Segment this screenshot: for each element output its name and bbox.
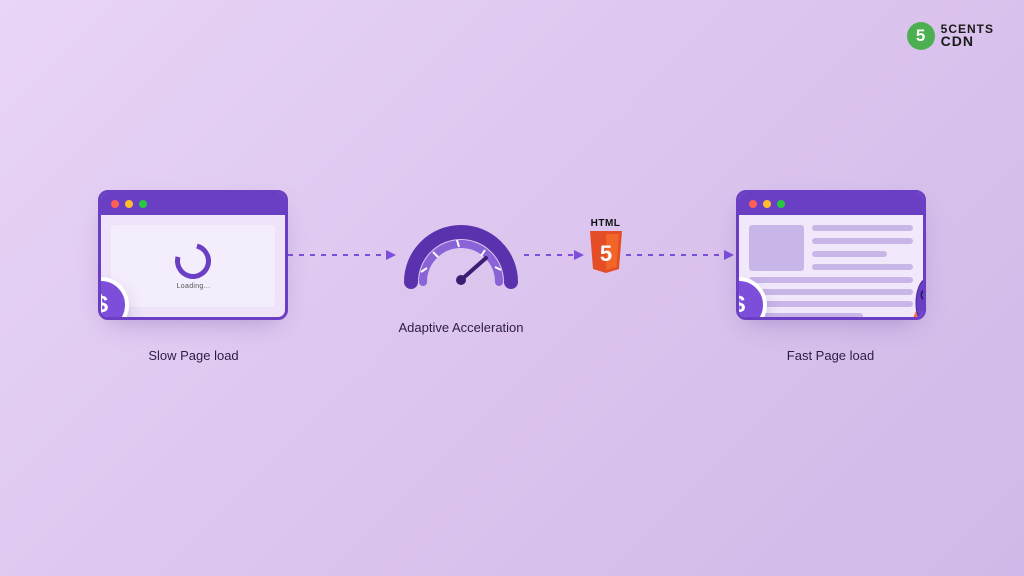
caption-acceleration: Adaptive Acceleration <box>398 320 523 335</box>
window-titlebar <box>739 193 923 215</box>
window-maximize-icon <box>139 200 147 208</box>
caption-slow: Slow Page load <box>148 348 238 363</box>
brand-badge-icon: 5 <box>907 22 935 50</box>
browser-window-slow: Loading... $ <box>98 190 288 320</box>
window-minimize-icon <box>763 200 771 208</box>
speedometer-icon <box>401 212 521 292</box>
browser-window-fast: $ <box>736 190 926 320</box>
spinner-icon <box>169 236 218 285</box>
rocket-icon <box>907 275 926 320</box>
html5-label: HTML <box>591 218 621 229</box>
brand-text: 5CENTS CDN <box>941 24 994 47</box>
content-skeleton <box>749 225 913 319</box>
window-maximize-icon <box>777 200 785 208</box>
brand-logo: 5 5CENTS CDN <box>907 22 994 50</box>
node-html5: HTML 5 <box>586 190 626 277</box>
window-close-icon <box>749 200 757 208</box>
window-close-icon <box>111 200 119 208</box>
window-minimize-icon <box>125 200 133 208</box>
node-fast-page: $ Fast Page load <box>736 190 926 363</box>
window-titlebar <box>101 193 285 215</box>
html5-badge-icon: HTML 5 <box>586 218 626 277</box>
flow-diagram: Loading... $ Slow Page load <box>0 190 1024 363</box>
node-acceleration: Adaptive Acceleration <box>398 190 523 335</box>
loading-indicator: Loading... <box>175 243 211 290</box>
arrow-connector <box>626 254 736 256</box>
arrow-connector <box>288 254 398 256</box>
html5-digit: 5 <box>599 241 611 266</box>
node-slow-page: Loading... $ Slow Page load <box>98 190 288 363</box>
browser-body: Loading... <box>111 225 275 307</box>
arrow-connector <box>524 254 586 256</box>
caption-fast: Fast Page load <box>787 348 874 363</box>
loading-text: Loading... <box>177 283 211 290</box>
brand-line2: CDN <box>941 35 994 48</box>
